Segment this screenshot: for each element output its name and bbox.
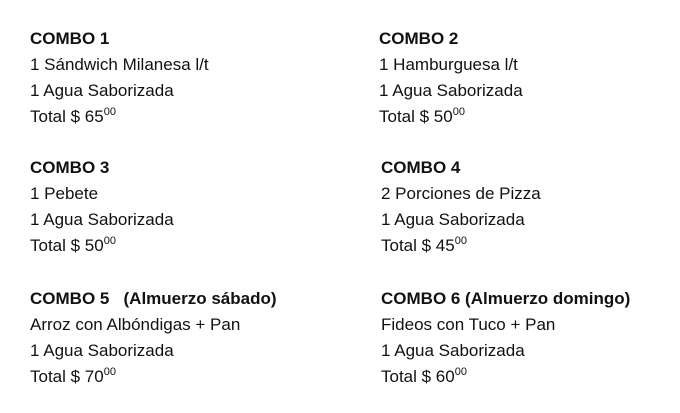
combo-item: Arroz con Albóndigas + Pan <box>30 315 241 334</box>
combo-title: COMBO 6 (Almuerzo domingo) <box>381 289 631 308</box>
total-amount: Total $ 45 <box>381 236 455 255</box>
combo-total: Total $ 4500 <box>381 233 680 259</box>
combo-item: 1 Agua Saborizada <box>30 210 174 229</box>
combo-item: 1 Sándwich Milanesa l/t <box>30 55 209 74</box>
combo-title: COMBO 4 <box>381 158 461 177</box>
total-cents: 00 <box>103 106 116 118</box>
combo-title: COMBO 2 <box>379 29 459 48</box>
combo-item: 1 Agua Saborizada <box>30 81 174 100</box>
combo-item: 2 Porciones de Pizza <box>381 184 541 203</box>
combo-2: COMBO 2 1 Hamburguesa l/t 1 Agua Saboriz… <box>379 26 679 130</box>
total-amount: Total $ 65 <box>30 107 104 126</box>
total-cents: 00 <box>454 235 467 247</box>
combo-item: 1 Agua Saborizada <box>381 210 525 229</box>
combo-total: Total $ 6000 <box>381 364 680 390</box>
combo-title: COMBO 5 (Almuerzo sábado) <box>30 289 277 308</box>
combo-title: COMBO 1 <box>30 29 110 48</box>
combo-1: COMBO 1 1 Sándwich Milanesa l/t 1 Agua S… <box>30 26 330 130</box>
total-amount: Total $ 70 <box>30 367 104 386</box>
combo-total: Total $ 6500 <box>30 104 330 130</box>
combo-item: 1 Agua Saborizada <box>30 341 174 360</box>
combo-item: Fideos con Tuco + Pan <box>381 315 556 334</box>
total-amount: Total $ 50 <box>30 236 104 255</box>
total-cents: 00 <box>452 106 465 118</box>
combo-item: 1 Pebete <box>30 184 99 203</box>
combo-total: Total $ 5000 <box>30 233 330 259</box>
combo-item: 1 Agua Saborizada <box>381 341 525 360</box>
combo-item: 1 Hamburguesa l/t <box>379 55 518 74</box>
total-cents: 00 <box>454 366 467 378</box>
combo-title: COMBO 3 <box>30 158 110 177</box>
total-cents: 00 <box>103 366 116 378</box>
combo-total: Total $ 7000 <box>30 364 330 390</box>
combo-5: COMBO 5 (Almuerzo sábado) Arroz con Albó… <box>30 286 330 390</box>
combo-3: COMBO 3 1 Pebete 1 Agua Saborizada Total… <box>30 155 330 259</box>
combo-total: Total $ 5000 <box>379 104 679 130</box>
total-cents: 00 <box>103 235 116 247</box>
combo-6: COMBO 6 (Almuerzo domingo) Fideos con Tu… <box>381 286 680 390</box>
combo-4: COMBO 4 2 Porciones de Pizza 1 Agua Sabo… <box>381 155 680 259</box>
total-amount: Total $ 50 <box>379 107 453 126</box>
total-amount: Total $ 60 <box>381 367 455 386</box>
combo-item: 1 Agua Saborizada <box>379 81 523 100</box>
